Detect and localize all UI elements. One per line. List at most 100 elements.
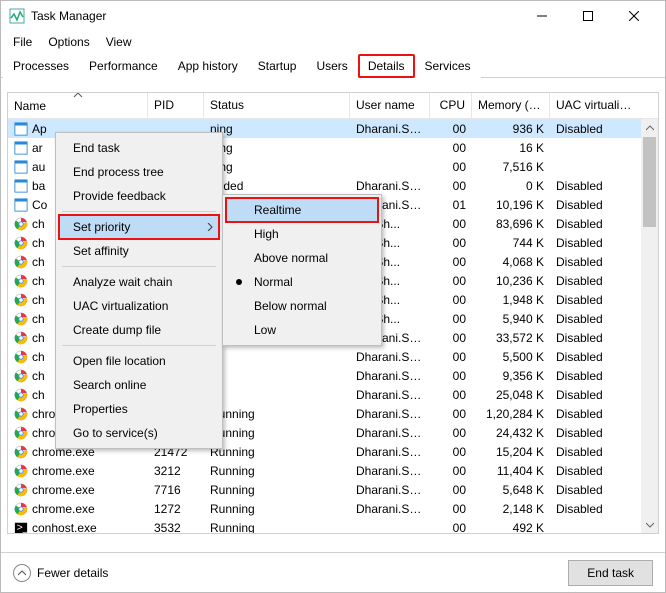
scroll-thumb[interactable]: [643, 137, 656, 227]
process-name: ch: [32, 236, 45, 250]
cell-user: Dharani.Sh...: [350, 122, 430, 136]
col-status[interactable]: Status: [204, 93, 350, 118]
cell-uac: Disabled: [550, 407, 640, 421]
menu-item[interactable]: End task: [59, 136, 219, 160]
cell-cpu: 01: [430, 198, 472, 212]
col-username[interactable]: User name: [350, 93, 430, 118]
process-icon: [14, 122, 28, 136]
table-row[interactable]: >_conhost.exe3532Running00492 K: [8, 518, 641, 533]
menu-view[interactable]: View: [98, 33, 140, 51]
cell-uac: Disabled: [550, 217, 640, 231]
table-row[interactable]: chrome.exe7716RunningDharani.Sh...005,64…: [8, 480, 641, 499]
cell-cpu: 00: [430, 331, 472, 345]
col-pid[interactable]: PID: [148, 93, 204, 118]
cell-memory: 9,356 K: [472, 369, 550, 383]
process-name: ba: [32, 179, 45, 193]
submenu-item[interactable]: Normal: [226, 270, 378, 294]
menu-separator: [62, 266, 216, 267]
scroll-down-icon[interactable]: [641, 516, 658, 533]
submenu-item[interactable]: High: [226, 222, 378, 246]
process-name: chrome.exe: [32, 502, 95, 516]
tab-processes[interactable]: Processes: [3, 54, 79, 78]
cell-uac: Disabled: [550, 369, 640, 383]
cell-memory: 83,696 K: [472, 217, 550, 231]
cell-uac: Disabled: [550, 122, 640, 136]
menu-item[interactable]: Provide feedback: [59, 184, 219, 208]
tab-details[interactable]: Details: [358, 54, 415, 78]
table-row[interactable]: chrome.exe3212RunningDharani.Sh...0011,4…: [8, 461, 641, 480]
process-icon: [14, 464, 28, 478]
submenu-item[interactable]: Low: [226, 318, 378, 342]
cell-memory: 936 K: [472, 122, 550, 136]
process-name: chrome.exe: [32, 483, 95, 497]
tab-users[interactable]: Users: [306, 54, 357, 78]
submenu-item[interactable]: Below normal: [226, 294, 378, 318]
menu-item[interactable]: Analyze wait chain: [59, 270, 219, 294]
cell-uac: Disabled: [550, 331, 640, 345]
cell-memory: 0 K: [472, 179, 550, 193]
process-icon: [14, 217, 28, 231]
tab-startup[interactable]: Startup: [248, 54, 307, 78]
cell-memory: 33,572 K: [472, 331, 550, 345]
scroll-up-icon[interactable]: [641, 119, 658, 136]
cell-status: ning: [204, 122, 350, 136]
col-uac[interactable]: UAC virtualizat...: [550, 93, 640, 118]
col-memory[interactable]: Memory (a...: [472, 93, 550, 118]
cell-pid: 1272: [148, 502, 204, 516]
process-icon: [14, 160, 28, 174]
menu-item[interactable]: Set affinity: [59, 239, 219, 263]
cell-uac: Disabled: [550, 445, 640, 459]
process-icon: [14, 255, 28, 269]
cell-uac: Disabled: [550, 350, 640, 364]
process-name: Co: [32, 198, 47, 212]
menu-item[interactable]: UAC virtualization: [59, 294, 219, 318]
cell-status: ended: [204, 179, 350, 193]
cell-cpu: 00: [430, 236, 472, 250]
cell-memory: 1,20,284 K: [472, 407, 550, 421]
cell-memory: 11,404 K: [472, 464, 550, 478]
col-name[interactable]: Name: [8, 93, 148, 118]
table-row[interactable]: chrome.exe1272RunningDharani.Sh...002,14…: [8, 499, 641, 518]
menu-item[interactable]: End process tree: [59, 160, 219, 184]
cell-uac: Disabled: [550, 179, 640, 193]
menu-item[interactable]: Properties: [59, 397, 219, 421]
menu-file[interactable]: File: [5, 33, 40, 51]
tab-app-history[interactable]: App history: [168, 54, 248, 78]
menu-item[interactable]: Set priority: [59, 215, 219, 239]
menu-item[interactable]: Search online: [59, 373, 219, 397]
tab-performance[interactable]: Performance: [79, 54, 168, 78]
menu-item[interactable]: Open file location: [59, 349, 219, 373]
process-name: ch: [32, 369, 45, 383]
fewer-details-button[interactable]: Fewer details: [13, 564, 108, 582]
close-button[interactable]: [611, 1, 657, 31]
process-icon: [14, 274, 28, 288]
cell-memory: 5,940 K: [472, 312, 550, 326]
process-icon: [14, 369, 28, 383]
cell-user: Dharani.Sh...: [350, 369, 430, 383]
menu-item[interactable]: Go to service(s): [59, 421, 219, 445]
process-name: chrome.exe: [32, 464, 95, 478]
tabs: Processes Performance App history Startu…: [1, 53, 665, 78]
cell-cpu: 00: [430, 141, 472, 155]
process-name: ch: [32, 293, 45, 307]
vertical-scrollbar[interactable]: [641, 119, 658, 533]
cell-memory: 7,516 K: [472, 160, 550, 174]
menu-options[interactable]: Options: [40, 33, 97, 51]
submenu-item[interactable]: Above normal: [226, 246, 378, 270]
cell-cpu: 00: [430, 445, 472, 459]
cell-uac: Disabled: [550, 274, 640, 288]
submenu-item[interactable]: Realtime: [226, 198, 378, 222]
cell-cpu: 00: [430, 521, 472, 534]
maximize-button[interactable]: [565, 1, 611, 31]
process-icon: [14, 141, 28, 155]
process-icon: [14, 388, 28, 402]
cell-cpu: 00: [430, 426, 472, 440]
cell-memory: 744 K: [472, 236, 550, 250]
tab-services[interactable]: Services: [415, 54, 481, 78]
end-task-button[interactable]: End task: [568, 560, 653, 586]
svg-text:>_: >_: [17, 521, 28, 533]
menu-item[interactable]: Create dump file: [59, 318, 219, 342]
context-menu: End taskEnd process treeProvide feedback…: [55, 132, 223, 449]
col-cpu[interactable]: CPU: [430, 93, 472, 118]
minimize-button[interactable]: [519, 1, 565, 31]
